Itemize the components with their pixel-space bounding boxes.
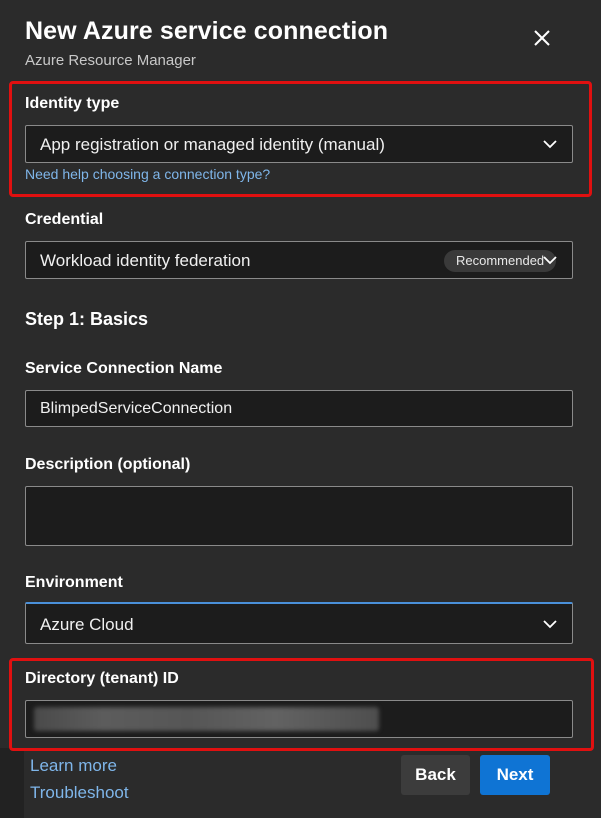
close-button[interactable]: [528, 24, 556, 52]
credential-label: Credential: [25, 211, 104, 228]
service-connection-panel: New Azure service connection Azure Resou…: [0, 0, 601, 818]
panel-subtitle: Azure Resource Manager: [25, 52, 196, 69]
credential-value: Workload identity federation: [40, 251, 251, 270]
tenant-id-input[interactable]: [25, 700, 573, 738]
panel-side-strip: [0, 748, 24, 818]
service-connection-name-label: Service Connection Name: [25, 360, 223, 377]
chevron-down-icon: [543, 256, 557, 265]
environment-value: Azure Cloud: [40, 615, 134, 634]
identity-type-dropdown[interactable]: App registration or managed identity (ma…: [25, 125, 573, 163]
environment-dropdown[interactable]: Azure Cloud: [25, 602, 573, 644]
credential-dropdown[interactable]: Workload identity federation Recommended: [25, 241, 573, 279]
description-textarea[interactable]: [25, 486, 573, 546]
identity-type-label: Identity type: [25, 95, 120, 112]
service-connection-name-input[interactable]: BlimpedServiceConnection: [25, 390, 573, 427]
chevron-down-icon: [543, 620, 557, 629]
next-button[interactable]: Next: [480, 755, 550, 795]
close-icon: [534, 30, 550, 46]
step-title: Step 1: Basics: [25, 309, 149, 329]
learn-more-link[interactable]: Learn more: [30, 756, 117, 776]
connection-type-help-link[interactable]: Need help choosing a connection type?: [25, 166, 270, 182]
chevron-down-icon: [543, 140, 557, 149]
recommended-badge: Recommended: [444, 250, 557, 272]
description-label: Description (optional): [25, 456, 191, 473]
back-button[interactable]: Back: [401, 755, 470, 795]
redacted-tenant-id: [34, 707, 379, 731]
panel-title: New Azure service connection: [25, 17, 389, 45]
troubleshoot-link[interactable]: Troubleshoot: [30, 783, 129, 803]
environment-label: Environment: [25, 574, 123, 591]
service-connection-name-value: BlimpedServiceConnection: [40, 400, 233, 417]
tenant-id-label: Directory (tenant) ID: [25, 670, 179, 687]
identity-type-value: App registration or managed identity (ma…: [40, 135, 385, 154]
